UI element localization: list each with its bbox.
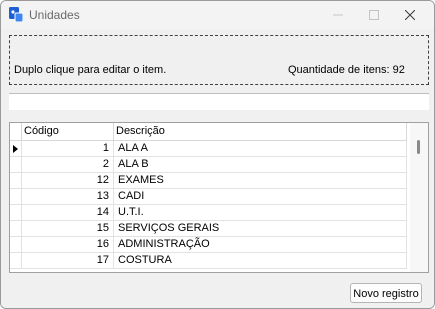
row-indicator	[10, 237, 22, 253]
item-count-label: Quantidade de itens: 92	[288, 64, 405, 76]
row-indicator	[10, 189, 22, 205]
grid-rows: 1 ALA A 2 ALA B 12 EXAMES 13 CADI 14 U.T.I. 15 SERV…	[10, 141, 410, 269]
row-indicator	[10, 157, 22, 173]
new-record-button[interactable]: Novo registro	[350, 283, 422, 303]
table-row[interactable]: 15 SERVIÇOS GERAIS	[10, 221, 410, 237]
table-row[interactable]: 17 COSTURA	[10, 253, 410, 269]
cell-code[interactable]: 1	[22, 141, 114, 157]
maximize-button[interactable]	[359, 5, 389, 25]
window-title: Unidades	[29, 8, 80, 22]
table-row[interactable]: 12 EXAMES	[10, 173, 410, 189]
row-indicator	[10, 205, 22, 221]
scrollbar-thumb[interactable]	[417, 140, 420, 154]
units-grid[interactable]: Código Descrição 1 ALA A 2 ALA B 12 EXAMES 13 C…	[9, 122, 429, 273]
title-bar[interactable]: Unidades	[1, 1, 434, 29]
row-indicator	[10, 253, 22, 269]
window: Unidades Duplo clique para editar o item…	[0, 0, 435, 309]
table-row[interactable]: 1 ALA A	[10, 141, 410, 157]
cell-description[interactable]: ALA A	[114, 141, 407, 157]
row-indicator	[10, 221, 22, 237]
maximize-icon	[369, 10, 379, 20]
close-icon	[405, 10, 415, 20]
info-panel: Duplo clique para editar o item. Quantid…	[9, 35, 429, 85]
app-icon	[9, 7, 24, 23]
row-indicator	[10, 141, 22, 157]
footer: Novo registro	[1, 277, 434, 308]
row-indicator-header	[10, 123, 22, 141]
table-row[interactable]: 14 U.T.I.	[10, 205, 410, 221]
cell-description[interactable]: COSTURA	[114, 253, 407, 269]
cell-code[interactable]: 15	[22, 221, 114, 237]
cell-description[interactable]: SERVIÇOS GERAIS	[114, 221, 407, 237]
minimize-button[interactable]	[323, 5, 353, 25]
grid-header: Código Descrição	[10, 123, 410, 141]
cell-code[interactable]: 13	[22, 189, 114, 205]
current-row-arrow-icon	[13, 145, 18, 153]
column-header-code[interactable]: Código	[22, 123, 114, 141]
cell-code[interactable]: 17	[22, 253, 114, 269]
column-header-description[interactable]: Descrição	[114, 123, 407, 141]
cell-code[interactable]: 14	[22, 205, 114, 221]
edit-hint-text: Duplo clique para editar o item.	[14, 64, 167, 76]
table-row[interactable]: 16 ADMINISTRAÇÃO	[10, 237, 410, 253]
table-row[interactable]: 13 CADI	[10, 189, 410, 205]
minimize-icon	[333, 14, 343, 16]
cell-description[interactable]: ADMINISTRAÇÃO	[114, 237, 407, 253]
close-button[interactable]	[395, 5, 425, 25]
filter-input[interactable]	[9, 93, 429, 110]
cell-description[interactable]: ALA B	[114, 157, 407, 173]
row-indicator	[10, 173, 22, 189]
cell-description[interactable]: U.T.I.	[114, 205, 407, 221]
cell-code[interactable]: 2	[22, 157, 114, 173]
cell-code[interactable]: 16	[22, 237, 114, 253]
table-row[interactable]: 2 ALA B	[10, 157, 410, 173]
cell-description[interactable]: EXAMES	[114, 173, 407, 189]
cell-description[interactable]: CADI	[114, 189, 407, 205]
cell-code[interactable]: 12	[22, 173, 114, 189]
vertical-scrollbar[interactable]	[410, 123, 428, 272]
